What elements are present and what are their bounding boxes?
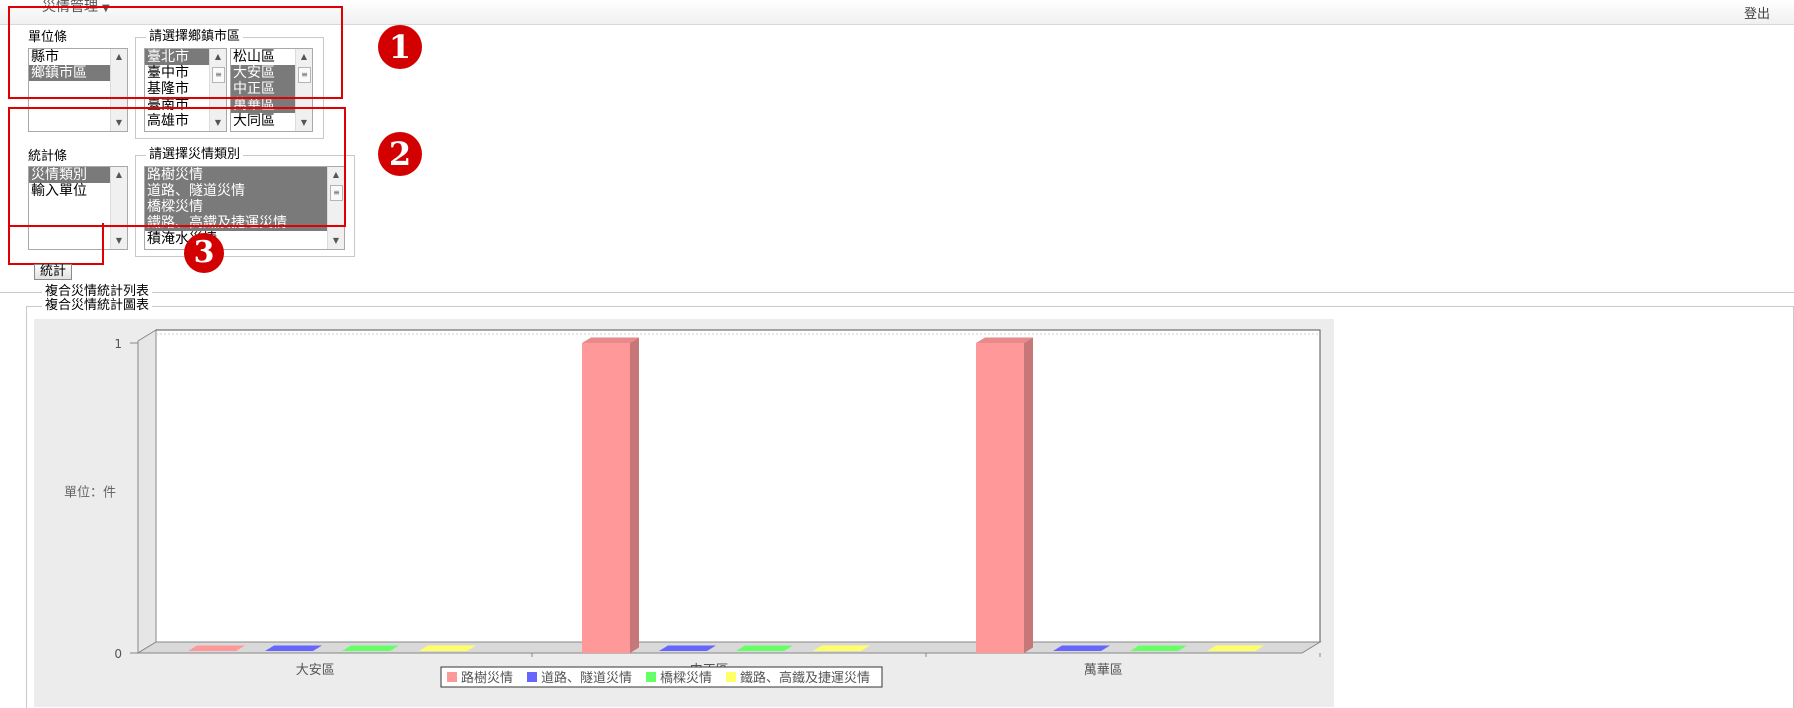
bar-side <box>1024 337 1033 653</box>
bar-chart: 01單位：件大安區中正區萬華區路樹災情道路、隧道災情橋樑災情鐵路、高鐵及捷運災情 <box>64 329 1322 688</box>
bar-zero <box>736 645 793 651</box>
highlight-box-button <box>8 223 104 265</box>
bar-zero <box>1053 645 1110 651</box>
bar-zero <box>1207 645 1264 651</box>
bar-zero <box>188 645 245 651</box>
legend-label: 路樹災情 <box>461 670 513 686</box>
badge-1: 1 <box>378 25 422 69</box>
list-option[interactable]: 積淹水災情 <box>145 231 327 247</box>
bar <box>582 343 630 653</box>
legend-swatch <box>726 672 736 682</box>
list-section-divider <box>0 292 1794 293</box>
bar-top <box>582 337 639 343</box>
scroll-down-icon[interactable]: ▼ <box>111 233 127 249</box>
y-tick-label: 0 <box>114 647 122 661</box>
left-wall <box>137 329 157 654</box>
badge-2: 2 <box>378 132 422 176</box>
legend-label: 鐵路、高鐵及捷運災情 <box>740 670 870 686</box>
legend-label: 橋樑災情 <box>660 671 712 686</box>
bar-zero <box>1130 645 1187 651</box>
plot-area <box>138 330 1320 653</box>
bar <box>976 343 1024 653</box>
bar-zero <box>342 645 399 651</box>
list-section-title: 複合災情統計列表 <box>42 285 153 299</box>
bar-zero <box>659 645 716 651</box>
chart-section-title: 複合災情統計圖表 <box>42 299 153 313</box>
legend-swatch <box>527 672 537 682</box>
bar-side <box>630 337 639 653</box>
badge-3: 3 <box>184 233 224 273</box>
legend-label: 道路、隧道災情 <box>541 670 632 686</box>
logout-link[interactable]: 登出 <box>1744 3 1770 22</box>
bar-top <box>976 337 1033 343</box>
highlight-box-stat <box>8 107 346 227</box>
legend-swatch <box>646 672 656 682</box>
x-tick-label: 萬華區 <box>1084 663 1123 678</box>
bar-zero <box>265 645 322 651</box>
bar-zero <box>813 645 870 651</box>
y-tick-label: 1 <box>114 337 122 351</box>
y-axis-label: 單位：件 <box>64 486 116 501</box>
scroll-down-icon[interactable]: ▼ <box>328 233 344 249</box>
bar-zero <box>419 645 476 651</box>
highlight-box-unit <box>8 6 343 99</box>
statistics-button[interactable]: 統計 <box>34 264 73 280</box>
x-tick-label: 大安區 <box>296 663 335 678</box>
legend-swatch <box>447 672 457 682</box>
